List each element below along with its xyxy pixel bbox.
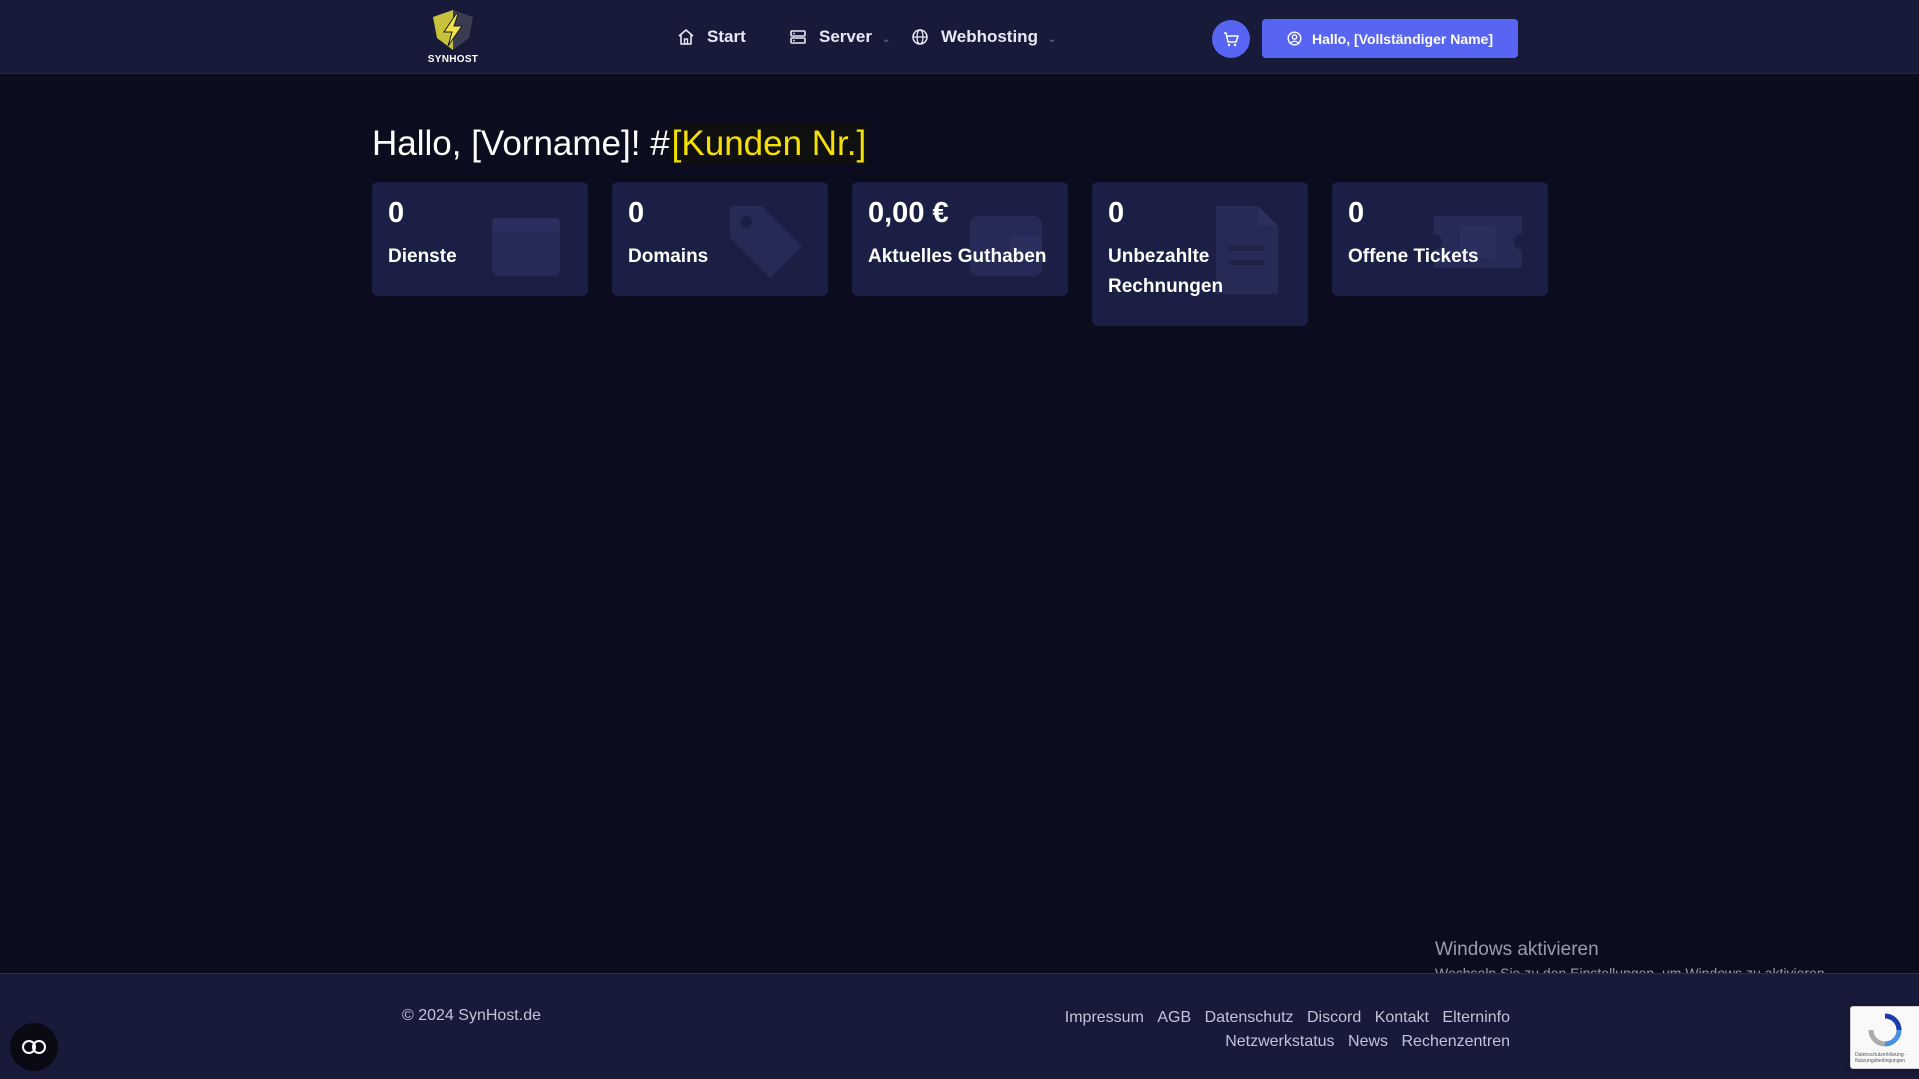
stat-value: 0	[1348, 197, 1365, 229]
globe-icon	[912, 29, 928, 45]
shield-bolt-icon	[433, 10, 473, 50]
stat-label: Dienste	[388, 245, 457, 267]
footer: © 2024 SynHost.de Impressum AGB Datensch…	[0, 973, 1919, 1079]
home-icon	[678, 29, 694, 45]
stat-card-domains[interactable]: 0 Domains	[612, 182, 828, 296]
top-navbar: SYNHOST Start Server ⌄ Webhosting ⌄ Hall…	[0, 0, 1919, 74]
stat-value: 0	[388, 197, 405, 229]
recaptcha-badge[interactable]: Datenschutzerklärung - Nutzungsbedingung…	[1850, 1006, 1919, 1069]
customer-number: [Kunden Nr.]	[669, 124, 869, 163]
recaptcha-icon	[1868, 1013, 1902, 1047]
footer-link-impressum[interactable]: Impressum	[1065, 1009, 1144, 1026]
copyright: © 2024 SynHost.de	[402, 1007, 541, 1024]
footer-link-agb[interactable]: AGB	[1157, 1009, 1191, 1026]
synhost-logo[interactable]: SYNHOST	[424, 8, 482, 72]
footer-link-elterninfo[interactable]: Elterninfo	[1442, 1009, 1510, 1026]
user-button-label: Hallo, [Vollständiger Name]	[1312, 30, 1493, 47]
nav-webhosting-label: Webhosting	[941, 27, 1038, 46]
stat-card-unpaid-invoices[interactable]: 0 Unbezahlte Rechnungen	[1092, 182, 1308, 326]
footer-link-datenschutz[interactable]: Datenschutz	[1205, 1009, 1294, 1026]
nav-start[interactable]: Start	[677, 24, 746, 50]
footer-link-kontakt[interactable]: Kontakt	[1375, 1009, 1429, 1026]
stat-label: Aktuelles Guthaben	[868, 245, 1047, 267]
nav-webhosting[interactable]: Webhosting ⌄	[911, 24, 1056, 50]
stat-card-open-tickets[interactable]: 0 Offene Tickets	[1332, 182, 1548, 296]
accessibility-button[interactable]	[10, 1023, 58, 1071]
stat-value: 0	[1108, 197, 1125, 229]
stat-label: Unbezahlte Rechnungen	[1108, 245, 1224, 298]
cart-button[interactable]	[1212, 20, 1250, 58]
chevron-down-icon: ⌄	[881, 33, 891, 45]
footer-link-discord[interactable]: Discord	[1307, 1009, 1361, 1026]
stat-card-balance[interactable]: 0,00 € Aktuelles Guthaben	[852, 182, 1068, 296]
greeting-prefix: Hallo, [Vorname]! #	[372, 124, 670, 163]
server-icon	[790, 30, 806, 44]
footer-link-netzwerkstatus[interactable]: Netzwerkstatus	[1225, 1033, 1334, 1050]
chevron-down-icon: ⌄	[1047, 33, 1057, 45]
recaptcha-text: Datenschutzerklärung - Nutzungsbedingung…	[1855, 1052, 1907, 1064]
stat-label: Domains	[628, 245, 709, 267]
stat-label: Offene Tickets	[1348, 245, 1479, 267]
footer-links-row-2: Netzwerkstatus News Rechenzentren	[1056, 1030, 1510, 1054]
nav-server-label: Server	[819, 27, 872, 46]
stat-value: 0	[628, 197, 645, 229]
footer-links: Impressum AGB Datenschutz Discord Kontak…	[1056, 1006, 1510, 1054]
page-title: Hallo, [Vorname]! #[Kunden Nr.]	[372, 124, 869, 164]
nav-server[interactable]: Server ⌄	[789, 24, 890, 50]
logo-text: SYNHOST	[427, 54, 479, 65]
footer-link-rechenzentren[interactable]: Rechenzentren	[1401, 1033, 1510, 1050]
footer-links-row-1: Impressum AGB Datenschutz Discord Kontak…	[1056, 1006, 1510, 1030]
stat-card-services[interactable]: 0 Dienste	[372, 182, 588, 296]
footer-link-news[interactable]: News	[1348, 1033, 1388, 1050]
stat-value: 0,00 €	[868, 197, 949, 229]
accessibility-icon	[22, 1040, 46, 1054]
user-icon	[1287, 31, 1302, 46]
cart-icon	[1224, 32, 1239, 47]
nav-start-label: Start	[707, 27, 746, 46]
user-menu-button[interactable]: Hallo, [Vollständiger Name]	[1262, 19, 1518, 58]
windows-activation-title: Windows aktivieren	[1435, 939, 1599, 960]
